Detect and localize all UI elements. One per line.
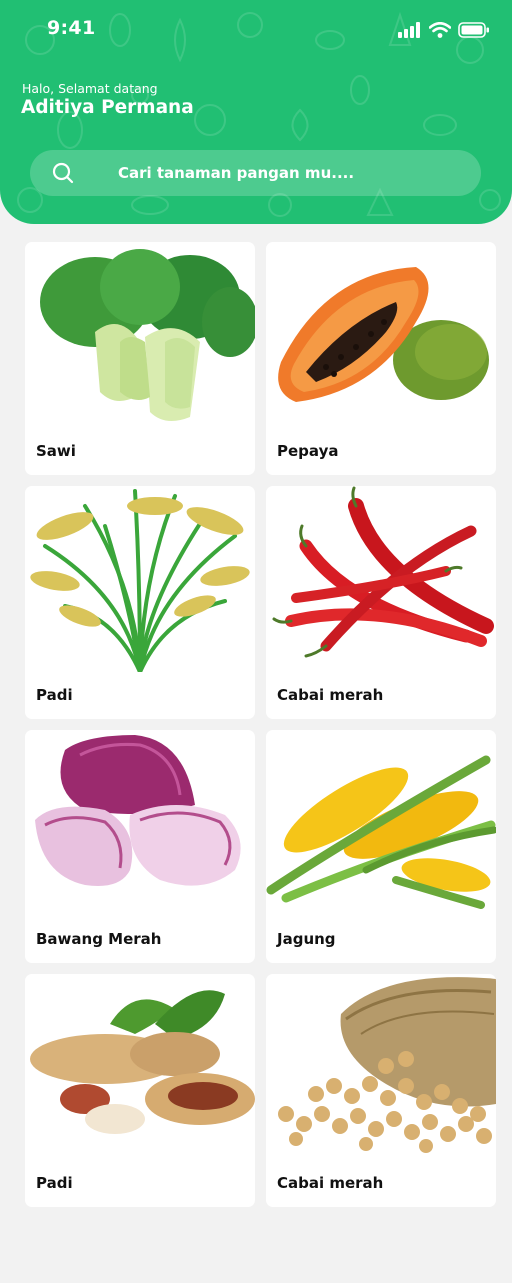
product-label: Cabai merah (277, 1174, 384, 1192)
product-card-pepaya[interactable]: Pepaya (266, 242, 496, 475)
header: 9:41 Halo, Selamat datang Aditiya Perman… (0, 0, 512, 224)
soybean-sack-image (278, 977, 496, 1153)
product-card-bawang-merah[interactable]: Bawang Merah (25, 730, 255, 963)
status-icons (398, 22, 490, 38)
papaya-image (278, 267, 489, 402)
product-card-cabai-merah-2[interactable]: Cabai merah (266, 974, 496, 1207)
product-card-padi[interactable]: Padi (25, 486, 255, 719)
wifi-icon (429, 22, 451, 38)
search-input[interactable] (118, 162, 468, 184)
product-label: Sawi (36, 442, 76, 460)
status-bar: 9:41 (0, 0, 512, 60)
product-label: Bawang Merah (36, 930, 162, 948)
rice-plant-image (30, 489, 250, 672)
red-onion-image (35, 735, 241, 886)
product-card-jagung[interactable]: Jagung (266, 730, 496, 963)
status-time: 9:41 (47, 17, 96, 39)
battery-icon (458, 22, 489, 38)
peanut-image (30, 990, 255, 1134)
user-name: Aditiya Permana (21, 97, 194, 118)
product-card-cabai-merah[interactable]: Cabai merah (266, 486, 496, 719)
corn-image (266, 755, 496, 909)
product-label: Padi (36, 686, 73, 704)
red-chili-image (272, 486, 494, 658)
product-label: Padi (36, 1174, 73, 1192)
greeting-text: Halo, Selamat datang (22, 81, 158, 96)
product-card-padi-2[interactable]: Padi (25, 974, 255, 1207)
search-bar[interactable] (30, 150, 481, 196)
product-label: Pepaya (277, 442, 339, 460)
product-label: Cabai merah (277, 686, 384, 704)
cellular-signal-icon (398, 22, 420, 38)
product-grid: Sawi Pepaya Padi Cabai merah Bawang Mera… (25, 242, 497, 1207)
bok-choy-image (40, 249, 255, 421)
search-icon[interactable] (52, 162, 74, 184)
product-card-sawi[interactable]: Sawi (25, 242, 255, 475)
product-label: Jagung (277, 930, 336, 948)
